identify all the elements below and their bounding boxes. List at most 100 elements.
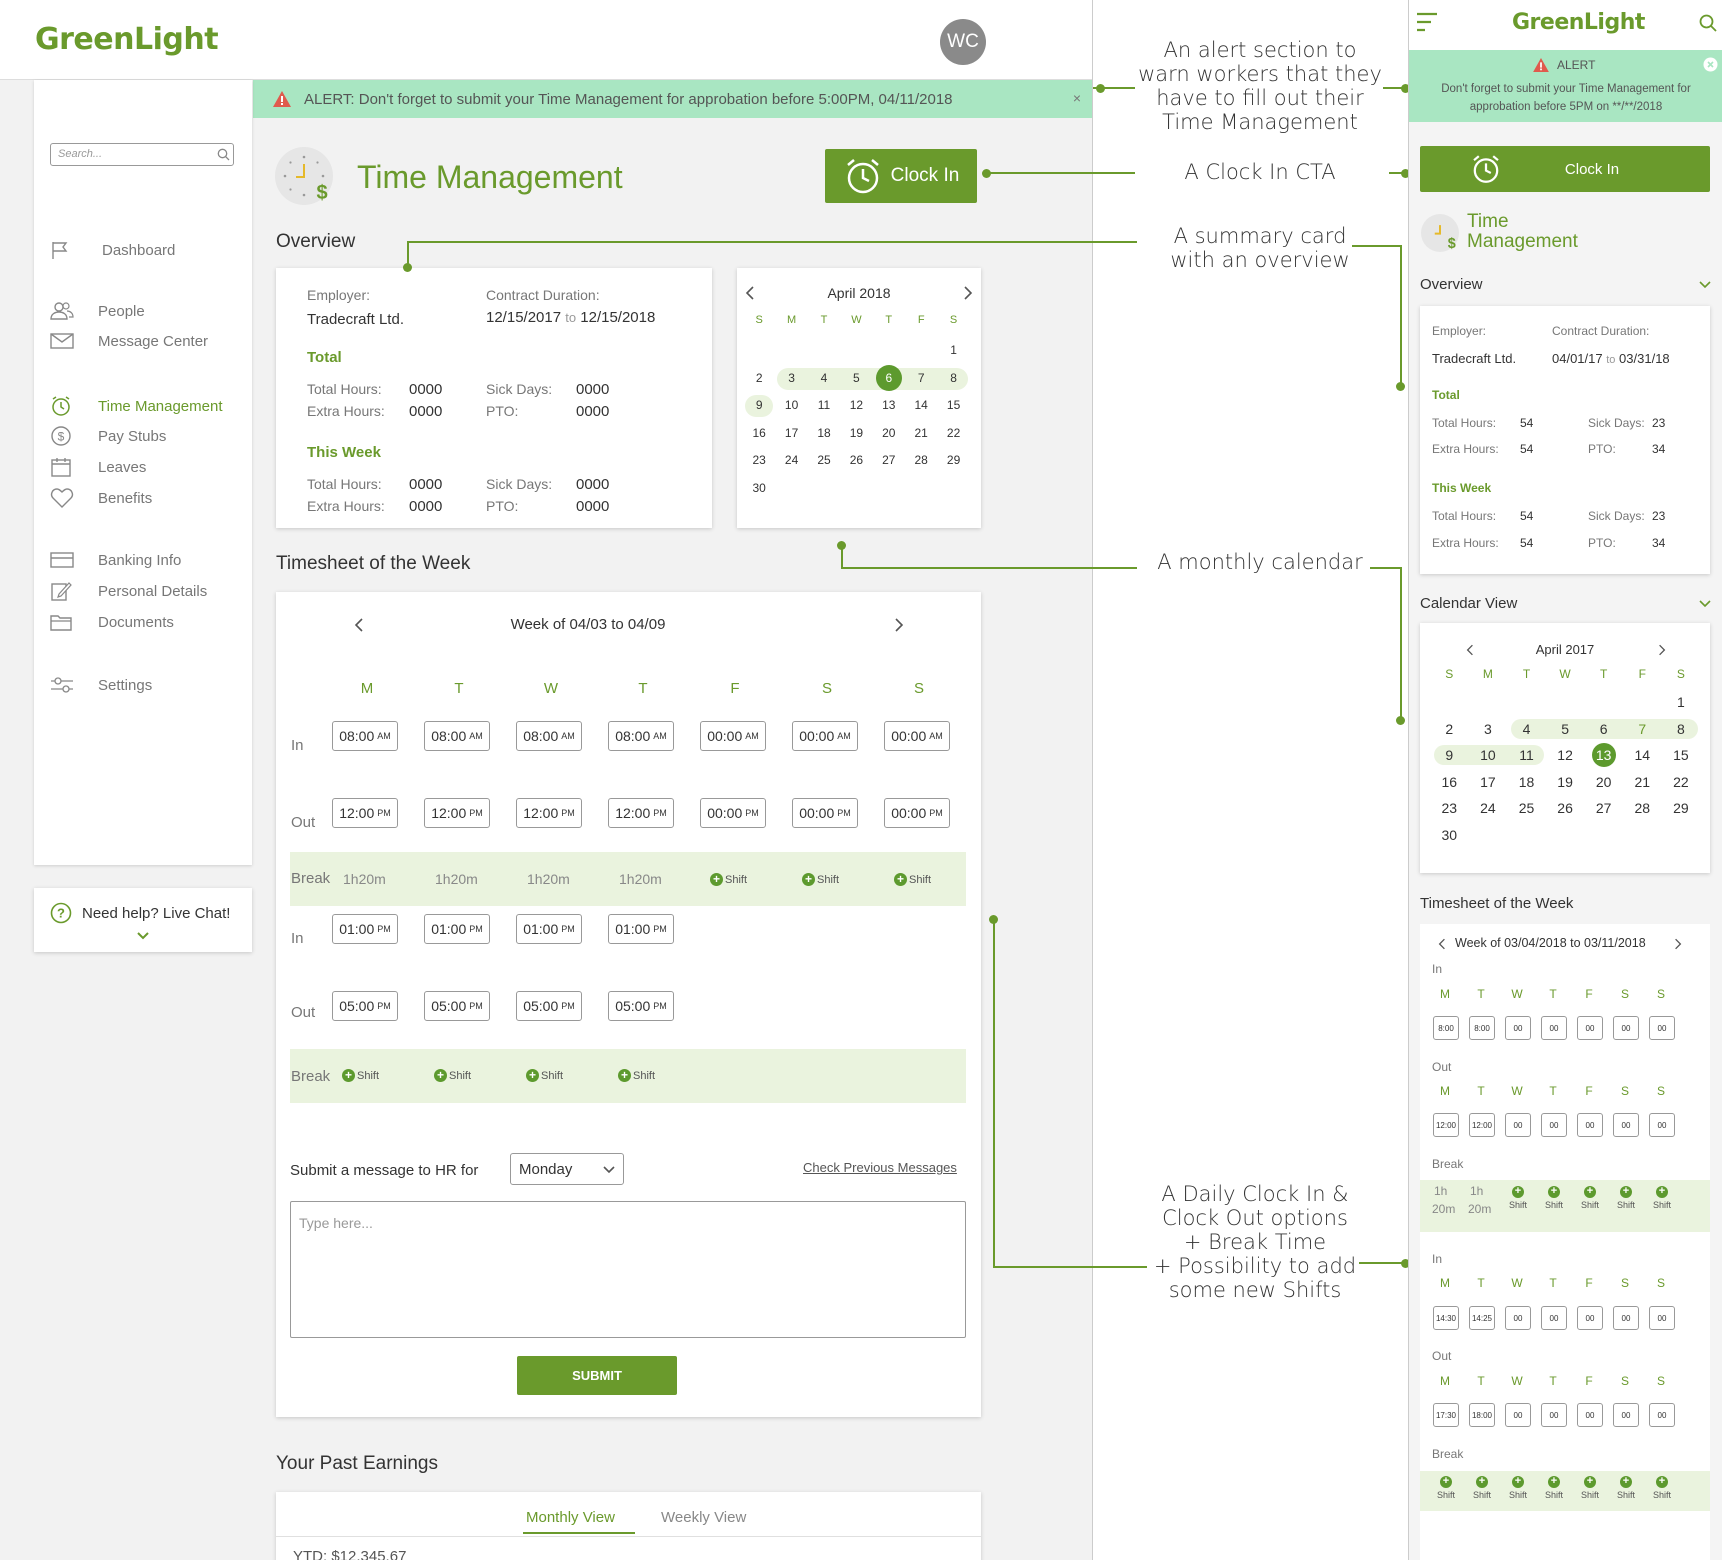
close-icon[interactable]: × (1073, 90, 1081, 106)
time-input[interactable]: 8:00 (1469, 1016, 1495, 1040)
calendar-day[interactable]: 13 (1591, 743, 1616, 767)
add-shift-button[interactable]: + Shift (1611, 1476, 1641, 1501)
chevron-down-icon[interactable] (137, 932, 149, 940)
time-input[interactable]: 8:00 (1433, 1016, 1459, 1040)
sidebar-item-dashboard[interactable]: Dashboard (34, 237, 252, 263)
time-input[interactable]: 05:00 PM (424, 991, 490, 1021)
chevron-right-icon[interactable] (894, 618, 904, 632)
time-input[interactable]: 05:00 PM (516, 991, 582, 1021)
calendar-day[interactable]: 7 (1630, 717, 1654, 741)
time-input[interactable]: 01:00 PM (516, 914, 582, 944)
search-icon[interactable] (217, 148, 230, 161)
calendar-day[interactable]: 14 (1630, 743, 1654, 767)
time-input[interactable]: 08:00 AM (608, 721, 674, 751)
tab-monthly-view[interactable]: Monthly View (526, 1509, 615, 1526)
add-shift-button[interactable]: + Shift (526, 1069, 563, 1082)
calendar-day[interactable]: 6 (875, 364, 902, 391)
add-shift-button[interactable]: + Shift (1575, 1186, 1605, 1211)
add-shift-button[interactable]: + Shift (1467, 1476, 1497, 1501)
time-input[interactable]: 00 (1577, 1306, 1603, 1330)
time-input[interactable]: 00 (1541, 1403, 1567, 1427)
add-shift-button[interactable]: + Shift (1647, 1186, 1677, 1211)
menu-icon[interactable] (1416, 12, 1438, 32)
time-input[interactable]: 08:00 AM (516, 721, 582, 751)
calendar-day[interactable]: 23 (1437, 796, 1461, 820)
calendar-day[interactable]: 22 (941, 420, 967, 446)
calendar-day[interactable]: 28 (1630, 796, 1654, 820)
message-textarea[interactable]: Type here... (290, 1201, 966, 1338)
calendar-day[interactable]: 4 (811, 365, 837, 391)
day-select[interactable]: Monday (510, 1153, 624, 1185)
time-input[interactable]: 00 (1613, 1016, 1639, 1040)
calendar-day[interactable]: 30 (746, 475, 772, 501)
time-input[interactable]: 12:00 PM (332, 798, 398, 828)
avatar[interactable]: WC (940, 19, 986, 65)
calendar-day[interactable]: 2 (1437, 717, 1461, 741)
calendar-day[interactable]: 24 (779, 447, 805, 473)
submit-button[interactable]: SUBMIT (517, 1356, 677, 1395)
calendar-day[interactable]: 29 (941, 447, 967, 473)
calendar-day[interactable]: 1 (1669, 690, 1693, 714)
calendar-day[interactable]: 20 (1592, 770, 1616, 794)
sidebar-item-banking[interactable]: Banking Info (34, 547, 252, 573)
time-input[interactable]: 00 (1541, 1113, 1567, 1137)
calendar-day[interactable]: 8 (941, 365, 967, 391)
calendar-day[interactable]: 13 (876, 392, 902, 418)
time-input[interactable]: 12:00 PM (608, 798, 674, 828)
add-shift-button[interactable]: + Shift (1647, 1476, 1677, 1501)
calendar-day[interactable]: 17 (779, 420, 805, 446)
calendar-day[interactable]: 21 (908, 420, 934, 446)
add-shift-button[interactable]: + Shift (802, 873, 839, 886)
time-input[interactable]: 00 (1541, 1306, 1567, 1330)
chevron-right-icon[interactable] (963, 286, 973, 300)
time-input[interactable]: 00:00 AM (792, 721, 858, 751)
time-input[interactable]: 00 (1613, 1113, 1639, 1137)
calendar-day[interactable]: 10 (1476, 743, 1500, 767)
sidebar-item-people[interactable]: People (34, 298, 252, 324)
time-input[interactable]: 12:00 PM (516, 798, 582, 828)
time-input[interactable]: 05:00 PM (608, 991, 674, 1021)
add-shift-button[interactable]: + Shift (1539, 1186, 1569, 1211)
calendar-day[interactable]: 26 (843, 447, 869, 473)
calendar-day[interactable]: 9 (746, 392, 772, 418)
calendar-day[interactable]: 6 (1592, 717, 1616, 741)
sidebar-item-leaves[interactable]: Leaves (34, 454, 252, 480)
calendar-day[interactable]: 15 (1669, 743, 1693, 767)
calendar-day[interactable]: 3 (779, 365, 805, 391)
calendar-day[interactable]: 8 (1669, 717, 1693, 741)
time-input[interactable]: 00 (1541, 1016, 1567, 1040)
tab-weekly-view[interactable]: Weekly View (661, 1509, 746, 1526)
calendar-day[interactable]: 27 (1592, 796, 1616, 820)
calendar-day[interactable]: 30 (1437, 823, 1461, 847)
add-shift-button[interactable]: + Shift (1575, 1476, 1605, 1501)
time-input[interactable]: 00 (1505, 1403, 1531, 1427)
close-icon[interactable] (1703, 57, 1718, 72)
time-input[interactable]: 18:00 (1469, 1403, 1495, 1427)
search-icon[interactable] (1699, 14, 1717, 32)
sidebar-item-settings[interactable]: Settings (34, 672, 252, 698)
time-input[interactable]: 08:00 AM (332, 721, 398, 751)
calendar-day[interactable]: 11 (811, 392, 837, 418)
calendar-day[interactable]: 26 (1553, 796, 1577, 820)
time-input[interactable]: 01:00 PM (608, 914, 674, 944)
calendar-day[interactable]: 11 (1515, 743, 1539, 767)
search-input[interactable]: Search... (50, 143, 234, 166)
time-input[interactable]: 00:00 PM (884, 798, 950, 828)
add-shift-button[interactable]: + Shift (1431, 1476, 1461, 1501)
chevron-left-icon[interactable] (1438, 938, 1446, 950)
calendar-day[interactable]: 29 (1669, 796, 1693, 820)
mobile-clock-in-button[interactable]: Clock In (1420, 146, 1710, 192)
calendar-day[interactable]: 5 (843, 365, 869, 391)
calendar-day[interactable]: 22 (1669, 770, 1693, 794)
add-shift-button[interactable]: + Shift (618, 1069, 655, 1082)
sidebar-item-time-management[interactable]: Time Management (34, 393, 252, 419)
time-input[interactable]: 05:00 PM (332, 991, 398, 1021)
chevron-down-icon[interactable] (1699, 281, 1711, 289)
calendar-day[interactable]: 3 (1476, 717, 1500, 741)
calendar-day[interactable]: 19 (1553, 770, 1577, 794)
sidebar-item-personal-details[interactable]: Personal Details (34, 578, 252, 604)
calendar-day[interactable]: 18 (811, 420, 837, 446)
add-shift-button[interactable]: + Shift (710, 873, 747, 886)
time-input[interactable]: 14:25 (1469, 1306, 1495, 1330)
time-input[interactable]: 00 (1577, 1113, 1603, 1137)
